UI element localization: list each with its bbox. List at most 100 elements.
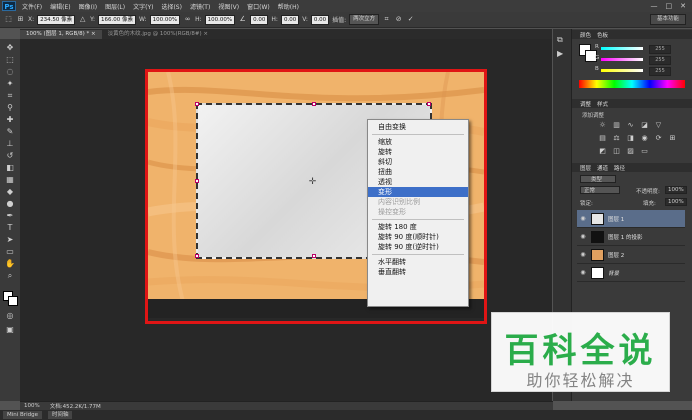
transform-tool-icon[interactable]: ⬚	[4, 15, 13, 24]
x-input[interactable]: 234.50 像素	[37, 14, 76, 25]
tab-close-icon[interactable]: ×	[91, 31, 96, 37]
height-input[interactable]: 100.00%	[204, 14, 236, 25]
shape-tool-icon[interactable]: ▭	[3, 247, 17, 257]
warp-toggle-icon[interactable]: ⌗	[382, 15, 391, 24]
tab-layers[interactable]: 图层	[580, 164, 591, 172]
tab-timeline[interactable]: 时间轴	[47, 411, 73, 419]
tab-document-1[interactable]: 100% (图层 1, RGB/8) * ×	[20, 30, 102, 39]
menu-image[interactable]: 图像(I)	[79, 2, 97, 11]
delta-icon[interactable]: △	[78, 15, 87, 24]
tab-color[interactable]: 颜色	[580, 31, 591, 39]
hand-tool-icon[interactable]: ✋	[3, 259, 17, 269]
blend-mode-select[interactable]: 正常	[580, 186, 620, 194]
eraser-tool-icon[interactable]: ◧	[3, 163, 17, 173]
visibility-eye-icon[interactable]: ◉	[577, 215, 589, 222]
menu-select[interactable]: 选择(S)	[161, 2, 182, 11]
vibrance-icon[interactable]: ▽	[654, 121, 663, 129]
menu-item-scale[interactable]: 缩放	[368, 137, 468, 147]
black-white-icon[interactable]: ◨	[626, 134, 635, 142]
history-panel-icon[interactable]: ⧉	[557, 35, 563, 45]
menu-item-free-transform[interactable]: 自由变换	[368, 122, 468, 132]
menu-help[interactable]: 帮助(H)	[278, 2, 299, 11]
menu-item-skew[interactable]: 斜切	[368, 157, 468, 167]
interpolation-select[interactable]: 两次立方	[349, 14, 380, 25]
eyedropper-icon[interactable]: ⚲	[3, 103, 17, 113]
menu-file[interactable]: 文件(F)	[22, 2, 42, 11]
gradient-map-icon[interactable]: ▭	[640, 147, 649, 155]
tab-styles[interactable]: 样式	[597, 100, 608, 108]
photo-filter-icon[interactable]: ◉	[640, 134, 649, 142]
tab-close-icon[interactable]: ×	[203, 31, 208, 37]
menu-item-perspective[interactable]: 透视	[368, 177, 468, 187]
layer-row[interactable]: ◉ 图层 1	[577, 210, 685, 228]
color-balance-icon[interactable]: ⚖	[612, 134, 621, 142]
r-slider[interactable]	[601, 47, 643, 50]
pen-tool-icon[interactable]: ✒	[3, 211, 17, 221]
visibility-eye-icon[interactable]: ◉	[577, 251, 589, 258]
close-window-button[interactable]: ✕	[680, 2, 686, 10]
hskew-input[interactable]: 0.00	[280, 14, 300, 25]
clone-stamp-icon[interactable]: ⊥	[3, 139, 17, 149]
angle-input[interactable]: 0.00	[250, 14, 269, 25]
g-value[interactable]: 255	[649, 56, 671, 65]
dodge-tool-icon[interactable]: ●	[3, 199, 17, 209]
layer-row[interactable]: ◉ 背景	[577, 264, 685, 282]
brush-tool-icon[interactable]: ✎	[3, 127, 17, 137]
levels-icon[interactable]: ▥	[612, 121, 621, 129]
link-icon[interactable]: ∞	[183, 15, 192, 24]
menu-item-flip-vertical[interactable]: 垂直翻转	[368, 267, 468, 277]
r-value[interactable]: 255	[649, 45, 671, 54]
transform-center-crosshair-icon[interactable]: ✛	[308, 178, 317, 187]
tab-channels[interactable]: 通道	[597, 164, 608, 172]
layer-kind-filter[interactable]: 类型	[580, 175, 616, 183]
menu-item-rotate-90-ccw[interactable]: 旋转 90 度(逆时针)	[368, 242, 468, 252]
menu-item-flip-horizontal[interactable]: 水平翻转	[368, 257, 468, 267]
vskew-input[interactable]: 0.00	[310, 14, 330, 25]
y-input[interactable]: 166.00 像素	[98, 14, 137, 25]
transform-handle-bottom[interactable]	[312, 254, 316, 258]
zoom-level[interactable]: 100%	[24, 403, 40, 409]
transform-handle-top-right[interactable]	[427, 102, 431, 106]
hue-saturation-icon[interactable]: ▤	[598, 134, 607, 142]
transform-handle-bottom-left[interactable]	[195, 254, 199, 258]
crop-tool-icon[interactable]: ⌗	[3, 91, 17, 101]
b-slider[interactable]	[601, 69, 643, 72]
type-tool-icon[interactable]: T	[3, 223, 17, 233]
zoom-tool-icon[interactable]: ⌕	[3, 271, 17, 281]
menu-type[interactable]: 文字(Y)	[133, 2, 153, 11]
visibility-eye-icon[interactable]: ◉	[577, 233, 589, 240]
brightness-icon[interactable]: ☼	[598, 121, 607, 129]
quick-mask-icon[interactable]: ◎	[3, 311, 17, 321]
move-tool-icon[interactable]: ✥	[3, 43, 17, 53]
magic-wand-icon[interactable]: ✦	[3, 79, 17, 89]
tab-mini-bridge[interactable]: Mini Bridge	[3, 411, 42, 419]
exposure-icon[interactable]: ◪	[640, 121, 649, 129]
layer-row[interactable]: ◉ 图层 2	[577, 246, 685, 264]
menu-view[interactable]: 视图(V)	[218, 2, 239, 11]
invert-icon[interactable]: ◩	[598, 147, 607, 155]
threshold-icon[interactable]: ▨	[626, 147, 635, 155]
opacity-input[interactable]: 100%	[665, 186, 687, 194]
tab-document-2[interactable]: 淡黄色的木纹.jpg @ 100%(RGB/8#) ×	[102, 30, 214, 39]
lasso-tool-icon[interactable]: ◌	[3, 67, 17, 77]
tab-adjustments[interactable]: 调整	[580, 100, 591, 108]
maximize-button[interactable]: □	[666, 2, 673, 10]
marquee-tool-icon[interactable]: ⬚	[3, 55, 17, 65]
foreground-background-color-icon[interactable]	[3, 291, 18, 306]
transform-handle-top[interactable]	[312, 102, 316, 106]
b-value[interactable]: 255	[649, 67, 671, 76]
menu-filter[interactable]: 滤镜(T)	[190, 2, 210, 11]
commit-transform-icon[interactable]: ✓	[406, 15, 415, 24]
posterize-icon[interactable]: ◫	[612, 147, 621, 155]
path-selection-icon[interactable]: ➤	[3, 235, 17, 245]
g-slider[interactable]	[601, 58, 643, 61]
actions-panel-icon[interactable]: ▶	[557, 49, 563, 58]
tab-paths[interactable]: 路径	[614, 164, 625, 172]
layer-row[interactable]: ◉ 图层 1 的投影	[577, 228, 685, 246]
transform-handle-left[interactable]	[195, 179, 199, 183]
color-lookup-icon[interactable]: ⊞	[668, 134, 677, 142]
history-brush-icon[interactable]: ↺	[3, 151, 17, 161]
tab-swatches[interactable]: 色板	[597, 31, 608, 39]
menu-item-rotate-90-cw[interactable]: 旋转 90 度(顺时针)	[368, 232, 468, 242]
transform-handle-top-left[interactable]	[195, 102, 199, 106]
